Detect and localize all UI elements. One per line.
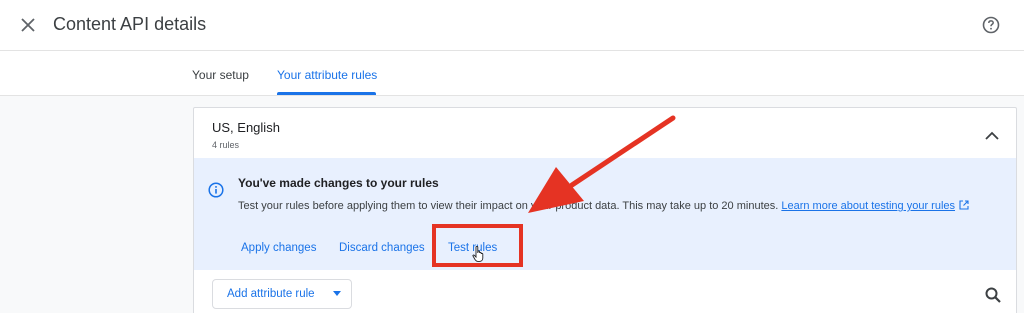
header-bar: Content API details [0,0,1024,51]
search-icon[interactable] [984,286,1002,304]
discard-changes-button[interactable]: Discard changes [339,242,425,254]
hand-cursor-icon [472,246,484,262]
rules-count: 4 rules [212,140,240,150]
active-tab-indicator [277,92,376,95]
rules-card: US, English 4 rules You've made changes … [193,107,1017,313]
notice-title: You've made changes to your rules [238,176,439,190]
tab-bar: Your setup Your attribute rules [0,51,1024,96]
page-title: Content API details [53,14,207,34]
tab-your-attribute-rules[interactable]: Your attribute rules [277,68,377,82]
add-attribute-rule-button[interactable]: Add attribute rule [212,279,352,309]
info-icon [208,182,224,198]
tab-your-setup[interactable]: Your setup [192,68,249,82]
apply-changes-button[interactable]: Apply changes [241,242,316,254]
add-attribute-rule-label: Add attribute rule [227,288,315,300]
notice-text: Test your rules before applying them to … [238,200,782,212]
caret-down-icon [333,291,341,296]
help-icon[interactable] [980,14,1002,36]
region-title: US, English [212,120,280,135]
notice-body: Test your rules before applying them to … [238,198,988,214]
close-icon[interactable] [17,14,39,36]
changes-notice: You've made changes to your rules Test y… [194,158,1016,270]
learn-more-link[interactable]: Learn more about testing your rules [781,200,955,212]
chevron-up-icon[interactable] [982,125,1002,145]
external-link-icon [959,200,969,210]
